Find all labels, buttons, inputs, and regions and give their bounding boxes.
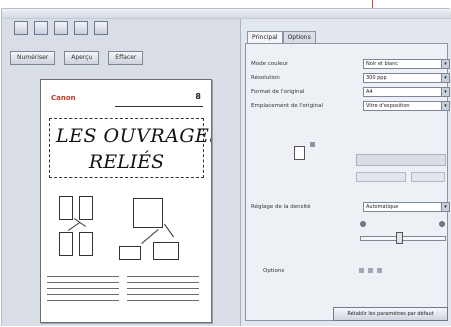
diagram-connector bbox=[164, 223, 174, 238]
density-select[interactable]: Automatique ▾ bbox=[363, 202, 450, 212]
rotate-icon[interactable] bbox=[310, 142, 315, 147]
setting-row: Résolution 300 ppp ▾ bbox=[251, 73, 450, 83]
toolbar bbox=[14, 21, 108, 43]
original-location-select[interactable]: Vitre d'exposition ▾ bbox=[363, 101, 450, 111]
diagram-box bbox=[59, 196, 73, 220]
printer-icon[interactable] bbox=[54, 21, 68, 35]
disabled-select[interactable] bbox=[356, 172, 406, 182]
density-dark-icon bbox=[439, 221, 445, 227]
settings-panel: Mode couleur Noir et blanc ▾ Résolution … bbox=[245, 43, 450, 321]
density-slider[interactable] bbox=[360, 236, 446, 241]
density-light-icon bbox=[360, 221, 366, 227]
setting-row: Options bbox=[251, 266, 446, 276]
setting-row: Format de l'original A4 ▾ bbox=[251, 87, 450, 97]
original-size-label: Format de l'original bbox=[251, 89, 305, 95]
density-slider-handle[interactable] bbox=[396, 232, 403, 244]
checkbox[interactable] bbox=[359, 268, 364, 273]
restore-defaults-button[interactable]: Rétablir les paramètres par défaut bbox=[333, 307, 448, 321]
scanner-dialog: Numériser Aperçu Effacer Canon 8 LES OUV… bbox=[1, 8, 451, 326]
original-location-label: Emplacement de l'original bbox=[251, 103, 323, 109]
page-icon[interactable] bbox=[34, 21, 48, 35]
chevron-down-icon[interactable]: ▾ bbox=[441, 102, 449, 110]
preview-pane: Numériser Aperçu Effacer Canon 8 LES OUV… bbox=[2, 19, 240, 326]
text-column bbox=[127, 276, 199, 306]
diagram-box bbox=[119, 246, 141, 260]
chevron-down-icon[interactable]: ▾ bbox=[441, 203, 449, 211]
original-size-select[interactable]: A4 ▾ bbox=[363, 87, 450, 97]
preview-buttons: Numériser Aperçu Effacer bbox=[10, 51, 144, 65]
diagram-box bbox=[153, 242, 179, 260]
options-label: Options bbox=[263, 268, 285, 274]
chevron-down-icon[interactable]: ▾ bbox=[441, 60, 449, 68]
chevron-down-icon[interactable]: ▾ bbox=[441, 74, 449, 82]
preview-button[interactable]: Aperçu bbox=[64, 51, 100, 65]
page-title-line1: LES OUVRAGES bbox=[56, 125, 212, 147]
checkbox[interactable] bbox=[368, 268, 373, 273]
page-number: 8 bbox=[195, 92, 201, 101]
header-rule bbox=[115, 106, 203, 107]
color-mode-select[interactable]: Noir et blanc ▾ bbox=[363, 59, 450, 69]
page-icon[interactable] bbox=[94, 21, 108, 35]
preview-page[interactable]: Canon 8 LES OUVRAGES RELIÉS bbox=[40, 79, 212, 323]
title-bar bbox=[2, 9, 451, 19]
diagram-box bbox=[133, 198, 163, 228]
diagram-box bbox=[79, 196, 93, 220]
disabled-select[interactable] bbox=[411, 172, 445, 182]
pen-icon[interactable] bbox=[74, 21, 88, 35]
color-mode-label: Mode couleur bbox=[251, 61, 289, 67]
page-orientation-icon[interactable] bbox=[294, 146, 305, 160]
disabled-button[interactable] bbox=[356, 154, 446, 166]
diagram-connector bbox=[67, 222, 81, 231]
setting-row: Mode couleur Noir et blanc ▾ bbox=[251, 59, 450, 69]
diagram-box bbox=[59, 232, 73, 256]
brand-logo: Canon bbox=[51, 94, 76, 102]
checkbox[interactable] bbox=[377, 268, 382, 273]
page-icon[interactable] bbox=[14, 21, 28, 35]
scan-selection-frame[interactable]: LES OUVRAGES RELIÉS bbox=[49, 118, 212, 178]
scan-button[interactable]: Numériser bbox=[10, 51, 56, 65]
text-column bbox=[47, 276, 119, 306]
resolution-label: Résolution bbox=[251, 75, 280, 81]
setting-row: Réglage de la densité Automatique ▾ bbox=[251, 202, 450, 212]
resolution-select[interactable]: 300 ppp ▾ bbox=[363, 73, 450, 83]
clear-button[interactable]: Effacer bbox=[108, 51, 144, 65]
diagram-box bbox=[79, 232, 93, 256]
chevron-down-icon[interactable]: ▾ bbox=[441, 88, 449, 96]
setting-row: Emplacement de l'original Vitre d'exposi… bbox=[251, 101, 450, 111]
page-title-line2: RELIÉS bbox=[88, 151, 165, 173]
density-label: Réglage de la densité bbox=[251, 204, 311, 210]
settings-pane: Principal Options Mode couleur Noir et b… bbox=[240, 19, 451, 326]
tab-options[interactable]: Options bbox=[282, 31, 316, 43]
